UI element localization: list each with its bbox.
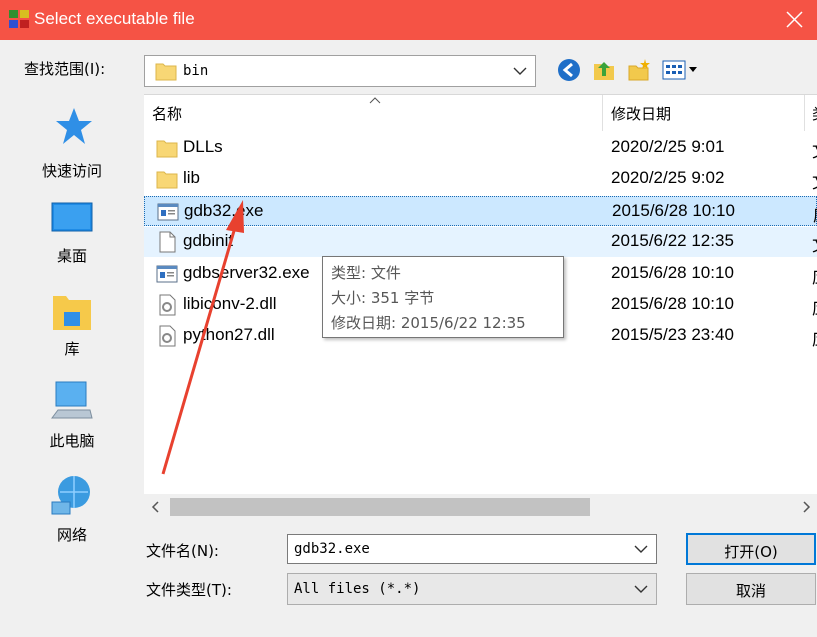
scroll-right-icon[interactable] (799, 500, 813, 514)
place-desktop[interactable]: 桌面 (8, 197, 136, 277)
file-date: 2015/6/28 10:10 (611, 294, 734, 313)
file-icon (159, 231, 176, 253)
folder-icon (156, 140, 178, 158)
library-icon (53, 296, 91, 330)
file-date: 2015/6/28 10:10 (611, 263, 734, 282)
app-icon (9, 10, 29, 28)
close-icon (786, 11, 803, 28)
horizontal-scrollbar[interactable] (144, 494, 817, 520)
close-button[interactable] (771, 0, 817, 40)
exe-icon (157, 203, 179, 221)
chevron-down-icon (513, 67, 527, 75)
folder-icon (155, 63, 177, 81)
column-divider[interactable] (804, 95, 805, 131)
file-type: 文 (812, 168, 817, 193)
file-type: 应 (812, 294, 817, 319)
column-name[interactable]: 名称 (152, 103, 182, 124)
file-type: 应 (813, 201, 817, 226)
list-item-hover[interactable]: gdbinit 2015/6/22 12:35 文 (144, 227, 817, 257)
open-button[interactable]: 打开(O) (686, 533, 816, 565)
file-type: 文 (812, 231, 817, 256)
filetype-select[interactable]: All files (*.*) (287, 573, 657, 605)
file-name: lib (183, 168, 201, 187)
folder-icon (156, 171, 178, 189)
file-tooltip: 类型: 文件 大小: 351 字节 修改日期: 2015/6/22 12:35 (322, 256, 564, 338)
file-name: gdbinit (183, 231, 234, 250)
list-item[interactable]: DLLs 2020/2/25 9:01 文 (144, 133, 817, 163)
look-in-combo[interactable]: bin (144, 55, 536, 87)
filename-value: gdb32.exe (294, 541, 370, 557)
place-label: 网络 (56, 526, 87, 544)
filename-input[interactable]: gdb32.exe (287, 534, 657, 564)
new-folder-icon[interactable] (627, 58, 651, 82)
view-menu-icon[interactable] (662, 58, 702, 82)
list-item-selected[interactable]: gdb32.exe 2015/6/28 10:10 应 (144, 196, 817, 226)
title-bar: Select executable file (0, 0, 817, 40)
look-in-label: 查找范围(I): (24, 60, 106, 78)
file-date: 2015/6/22 12:35 (611, 231, 734, 250)
file-date: 2015/6/28 10:10 (612, 201, 735, 220)
dll-icon (159, 294, 176, 316)
place-library[interactable]: 库 (8, 290, 136, 370)
file-name: gdb32.exe (184, 201, 264, 220)
tooltip-type: 类型: 文件 (331, 264, 401, 282)
file-date: 2015/5/23 23:40 (611, 325, 734, 344)
place-label: 此电脑 (49, 432, 95, 450)
back-icon[interactable] (557, 58, 581, 82)
up-folder-icon[interactable] (592, 58, 616, 82)
column-header-row: 名称 修改日期 类 (144, 95, 817, 131)
place-this-pc[interactable]: 此电脑 (8, 380, 136, 460)
desktop-icon (51, 202, 93, 232)
window-title: Select executable file (34, 9, 195, 28)
filename-label: 文件名(N): (146, 542, 219, 560)
file-type: 应 (812, 325, 817, 350)
scrollbar-thumb[interactable] (170, 498, 590, 516)
file-name: gdbserver32.exe (183, 263, 310, 282)
star-icon (56, 108, 92, 144)
filetype-label: 文件类型(T): (146, 581, 232, 599)
place-quick-access[interactable]: 快速访问 (8, 104, 136, 184)
tooltip-size: 大小: 351 字节 (331, 289, 435, 307)
file-name: python27.dll (183, 325, 275, 344)
place-label: 快速访问 (41, 162, 102, 180)
file-name: DLLs (183, 137, 223, 156)
exe-icon (156, 265, 178, 283)
file-date: 2020/2/25 9:02 (611, 168, 725, 187)
column-type[interactable]: 类 (812, 103, 817, 124)
column-date[interactable]: 修改日期 (611, 103, 671, 124)
scroll-left-icon[interactable] (149, 500, 163, 514)
file-date: 2020/2/25 9:01 (611, 137, 725, 156)
column-divider[interactable] (602, 95, 603, 131)
filetype-value: All files (*.*) (294, 581, 421, 597)
chevron-down-icon (634, 585, 648, 593)
place-label: 库 (64, 340, 80, 358)
look-in-value: bin (183, 63, 209, 79)
place-network[interactable]: 网络 (8, 472, 136, 552)
file-type: 应 (812, 263, 817, 288)
computer-icon (51, 381, 93, 419)
list-item[interactable]: lib 2020/2/25 9:02 文 (144, 164, 817, 194)
file-name: libiconv-2.dll (183, 294, 277, 313)
dll-icon (159, 325, 176, 347)
file-type: 文 (812, 137, 817, 162)
network-icon (51, 476, 90, 515)
place-label: 桌面 (56, 247, 87, 265)
sort-up-icon (369, 97, 381, 104)
chevron-down-icon[interactable] (634, 544, 648, 554)
tooltip-date: 修改日期: 2015/6/22 12:35 (331, 314, 526, 332)
cancel-button[interactable]: 取消 (686, 573, 816, 605)
places-bar: 快速访问 桌面 库 此电脑 网络 (8, 92, 136, 627)
